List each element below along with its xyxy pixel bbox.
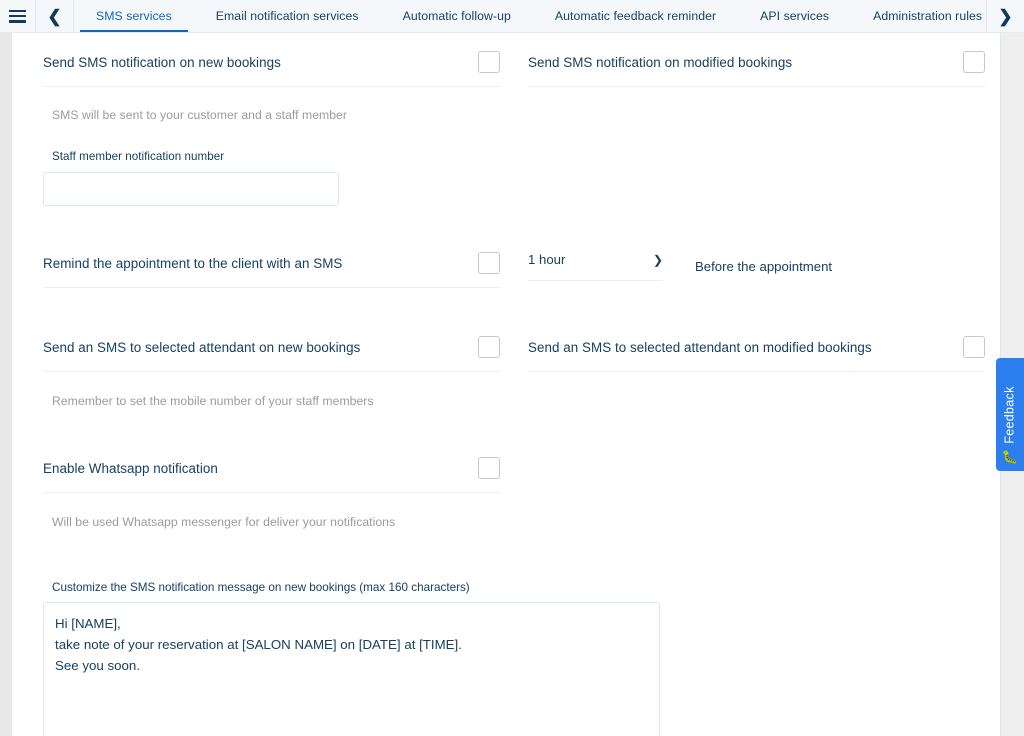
setting-label: Send SMS notification on new bookings bbox=[43, 55, 281, 70]
tabs-scroll-left-button[interactable]: ❮ bbox=[36, 0, 74, 32]
tab-label: Automatic feedback reminder bbox=[555, 9, 716, 23]
staff-notification-number-input[interactable] bbox=[43, 172, 339, 206]
settings-panel: Send SMS notification on new bookings Se… bbox=[12, 33, 1001, 736]
helper-attendant: Remember to set the mobile number of you… bbox=[52, 394, 374, 408]
setting-label: Send an SMS to selected attendant on new… bbox=[43, 340, 360, 355]
tab-automatic-follow-up[interactable]: Automatic follow-up bbox=[381, 0, 533, 32]
tab-automatic-feedback-reminder[interactable]: Automatic feedback reminder bbox=[533, 0, 738, 32]
settings-inner: Send SMS notification on new bookings Se… bbox=[12, 33, 1001, 736]
tabs-scroll-right-button[interactable]: ❯ bbox=[986, 0, 1024, 32]
tab-label: SMS services bbox=[96, 9, 172, 23]
setting-sms-attendant-modified-bookings: Send an SMS to selected attendant on mod… bbox=[528, 336, 985, 372]
tab-label: Automatic follow-up bbox=[403, 9, 511, 23]
setting-send-sms-new-bookings: Send SMS notification on new bookings bbox=[43, 51, 500, 87]
checkbox-send-sms-modified-bookings[interactable] bbox=[963, 51, 985, 73]
setting-label: Remind the appointment to the client wit… bbox=[43, 256, 342, 271]
tab-api-services[interactable]: API services bbox=[738, 0, 851, 32]
checkbox-sms-attendant-new-bookings[interactable] bbox=[478, 336, 500, 358]
feedback-button[interactable]: Feedback 🐛 bbox=[996, 358, 1024, 471]
setting-enable-whatsapp-notification: Enable Whatsapp notification bbox=[43, 457, 500, 493]
left-rail bbox=[0, 33, 12, 736]
tab-email-notification-services[interactable]: Email notification services bbox=[194, 0, 381, 32]
reminder-interval-suffix: Before the appointment bbox=[695, 259, 832, 274]
setting-sms-attendant-new-bookings: Send an SMS to selected attendant on new… bbox=[43, 336, 500, 372]
reminder-interval-select[interactable]: 1 hour ❯ bbox=[528, 252, 663, 281]
feedback-label: Feedback bbox=[1003, 386, 1017, 443]
top-navigation-bar: ❮ SMS services Email notification servic… bbox=[0, 0, 1024, 33]
checkbox-send-sms-new-bookings[interactable] bbox=[478, 51, 500, 73]
sms-message-textarea[interactable] bbox=[43, 602, 660, 736]
tab-label: Email notification services bbox=[216, 9, 359, 23]
setting-label: Enable Whatsapp notification bbox=[43, 461, 218, 476]
setting-remind-appointment: Remind the appointment to the client wit… bbox=[43, 252, 500, 288]
helper-whatsapp: Will be used Whatsapp messenger for deli… bbox=[52, 515, 395, 529]
checkbox-enable-whatsapp-notification[interactable] bbox=[478, 457, 500, 479]
checkbox-sms-attendant-modified-bookings[interactable] bbox=[963, 336, 985, 358]
chevron-right-icon: ❯ bbox=[998, 8, 1012, 25]
tab-label: API services bbox=[760, 9, 829, 23]
label-customize-sms-message: Customize the SMS notification message o… bbox=[52, 581, 470, 594]
tab-administration-rules[interactable]: Administration rules bbox=[851, 0, 986, 32]
tab-strip: SMS services Email notification services… bbox=[74, 0, 986, 32]
chevron-down-icon: ❯ bbox=[653, 254, 663, 266]
bug-icon: 🐛 bbox=[1002, 450, 1018, 463]
reminder-interval-group: 1 hour ❯ Before the appointment bbox=[528, 252, 832, 281]
app-root: ❮ SMS services Email notification servic… bbox=[0, 0, 1024, 736]
helper-new-bookings: SMS will be sent to your customer and a … bbox=[52, 108, 347, 122]
chevron-left-icon: ❮ bbox=[47, 8, 61, 25]
setting-label: Send SMS notification on modified bookin… bbox=[528, 55, 792, 70]
hamburger-icon bbox=[9, 10, 26, 23]
tab-sms-services[interactable]: SMS services bbox=[74, 0, 194, 32]
tab-label: Administration rules bbox=[873, 9, 982, 23]
setting-send-sms-modified-bookings: Send SMS notification on modified bookin… bbox=[528, 51, 985, 87]
checkbox-remind-appointment[interactable] bbox=[478, 252, 500, 274]
menu-button[interactable] bbox=[0, 0, 36, 32]
setting-label: Send an SMS to selected attendant on mod… bbox=[528, 340, 872, 355]
reminder-interval-value: 1 hour bbox=[528, 252, 565, 267]
label-staff-notification-number: Staff member notification number bbox=[52, 150, 224, 163]
